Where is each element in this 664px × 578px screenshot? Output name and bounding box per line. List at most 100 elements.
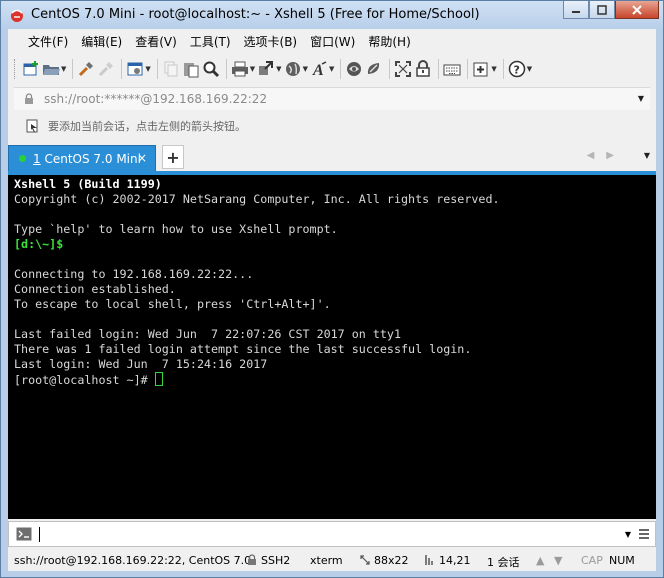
terminal-output[interactable]: Xshell 5 (Build 1199) Copyright (c) 2002-…	[8, 175, 656, 519]
menu-help[interactable]: 帮助(H)	[362, 33, 416, 50]
terminal-line: Xshell 5 (Build 1199)	[14, 177, 162, 191]
font-icon: A	[312, 61, 327, 78]
hint-text: 要添加当前会话，点击左侧的箭头按钮。	[48, 120, 246, 133]
print-button[interactable]: ▼	[231, 58, 255, 80]
compose-button[interactable]: ▼	[472, 58, 497, 80]
tab-centos-7-mini[interactable]: 1 CentOS 7.0 Mini ×	[8, 145, 156, 171]
address-dropdown-icon[interactable]: ▼	[638, 94, 644, 103]
copy-button[interactable]	[162, 58, 180, 80]
fullscreen-icon	[395, 61, 412, 77]
find-button[interactable]	[202, 58, 220, 80]
new-tab-button[interactable]: +	[162, 145, 184, 169]
fullscreen-button[interactable]	[394, 58, 412, 80]
transfer-button[interactable]: ▼	[257, 58, 282, 80]
toolbar-separator	[225, 59, 227, 79]
toolbar-grip[interactable]	[14, 59, 18, 79]
terminal-line: Type `help' to learn how to use Xshell p…	[14, 222, 338, 236]
menu-tools[interactable]: 工具(T)	[184, 33, 237, 50]
new-session-button[interactable]	[22, 58, 40, 80]
xmanager-icon	[368, 63, 380, 74]
compose-dropdown-icon[interactable]: ▼	[625, 530, 631, 539]
transfer-icon	[259, 61, 274, 75]
terminal-line: [d:\~]$	[14, 237, 64, 251]
terminal-size-icon	[360, 555, 370, 565]
minimize-button[interactable]	[563, 1, 589, 19]
terminal-cursor	[154, 372, 163, 386]
client-area: 文件(F) 编辑(E) 查看(V) 工具(T) 选项卡(B) 窗口(W) 帮助(…	[8, 29, 656, 571]
compose-terminal-icon[interactable]	[16, 527, 32, 541]
disconnect-icon	[99, 62, 114, 77]
toolbar-separator	[438, 59, 440, 79]
properties-icon	[127, 62, 143, 76]
status-session: ssh://root@192.168.169.22:22, CentOS 7.0	[14, 554, 252, 567]
toolbar-separator	[467, 59, 469, 79]
keyboard-button[interactable]	[443, 58, 461, 80]
xmanager-button[interactable]	[365, 58, 383, 80]
tab-label: 1 CentOS 7.0 Mini	[33, 152, 141, 166]
reconnect-icon	[79, 62, 94, 77]
address-bar[interactable]: ssh://root:******@192.168.169.22:22 ▼	[14, 87, 650, 110]
toolbar-separator	[72, 59, 74, 79]
tab-list-dropdown-icon[interactable]: ▼	[644, 151, 650, 160]
find-icon	[203, 61, 219, 78]
session-hint-bar: 要添加当前会话，点击左侧的箭头按钮。	[14, 113, 650, 139]
menu-window[interactable]: 窗口(W)	[304, 33, 361, 50]
xftp-button[interactable]	[345, 58, 363, 80]
menu-edit[interactable]: 编辑(E)	[75, 33, 128, 50]
status-bar: ssh://root@192.168.169.22:22, CentOS 7.0…	[8, 549, 656, 571]
terminal-line: Copyright (c) 2002-2017 NetSarang Comput…	[14, 192, 500, 206]
keyboard-icon	[443, 64, 461, 76]
menu-bar: 文件(F) 编辑(E) 查看(V) 工具(T) 选项卡(B) 窗口(W) 帮助(…	[8, 29, 656, 54]
properties-button[interactable]: ▼	[126, 58, 151, 80]
copy-icon	[164, 61, 178, 77]
toolbar-separator	[156, 59, 158, 79]
paste-icon	[183, 63, 199, 78]
help-button[interactable]: ? ▼	[508, 58, 532, 80]
font-button[interactable]: A ▼	[310, 58, 334, 80]
toolbar-separator	[121, 59, 123, 79]
globe-button[interactable]: ▼	[284, 58, 308, 80]
status-sessions-count: 1 会话	[487, 556, 520, 569]
title-bar[interactable]: CentOS 7.0 Mini - root@localhost:~ - Xsh…	[1, 1, 663, 29]
lock-icon	[25, 93, 33, 104]
ssh-lock-icon	[248, 554, 256, 565]
globe-icon	[285, 62, 300, 76]
lock-button[interactable]	[414, 58, 432, 80]
toolbar-separator	[389, 59, 391, 79]
close-icon	[632, 4, 642, 15]
reconnect-button[interactable]	[77, 58, 95, 80]
status-up-arrow-icon: ▲	[536, 554, 545, 567]
window-controls	[563, 1, 659, 21]
status-cursor-position: 14,21	[439, 554, 471, 567]
xshell-app-icon	[11, 9, 23, 22]
terminal-line: There was 1 failed login attempt since t…	[14, 342, 472, 356]
cursor-position-icon	[425, 555, 433, 565]
close-button[interactable]	[615, 1, 659, 19]
status-caps-lock: CAP	[581, 554, 603, 567]
disconnect-button[interactable]	[97, 58, 115, 80]
compose-input[interactable]	[39, 527, 40, 542]
menu-file[interactable]: 文件(F)	[22, 33, 74, 50]
address-input[interactable]: ssh://root:******@192.168.169.22:22	[44, 92, 267, 106]
compose-menu-icon[interactable]	[638, 528, 650, 540]
toolbar: ▼ ▼ ▼ ▼ ▼ A ▼ ▼ ? ▼	[8, 54, 656, 84]
tab-strip: 1 CentOS 7.0 Mini × + ◀▶ ▼	[8, 143, 656, 171]
maximize-button[interactable]	[589, 1, 615, 19]
svg-text:?: ?	[513, 64, 519, 77]
open-session-button[interactable]: ▼	[42, 58, 66, 80]
menu-view[interactable]: 查看(V)	[129, 33, 183, 50]
terminal-line: Last failed login: Wed Jun 7 22:07:26 CS…	[14, 327, 402, 341]
paste-button[interactable]	[182, 58, 200, 80]
tab-close-icon[interactable]: ×	[137, 151, 147, 165]
tab-scroll-arrows-icon[interactable]: ◀▶	[587, 150, 626, 161]
minimize-icon	[572, 10, 580, 13]
terminal-line: To escape to local shell, press 'Ctrl+Al…	[14, 297, 331, 311]
compose-bar[interactable]: ▼	[8, 521, 656, 547]
toolbar-separator	[340, 59, 342, 79]
add-session-arrow-icon[interactable]	[26, 118, 40, 134]
terminal-line: Last login: Wed Jun 7 15:24:16 2017	[14, 357, 268, 371]
help-icon: ?	[508, 60, 525, 78]
menu-tabs[interactable]: 选项卡(B)	[238, 33, 304, 50]
open-folder-icon	[43, 65, 60, 75]
